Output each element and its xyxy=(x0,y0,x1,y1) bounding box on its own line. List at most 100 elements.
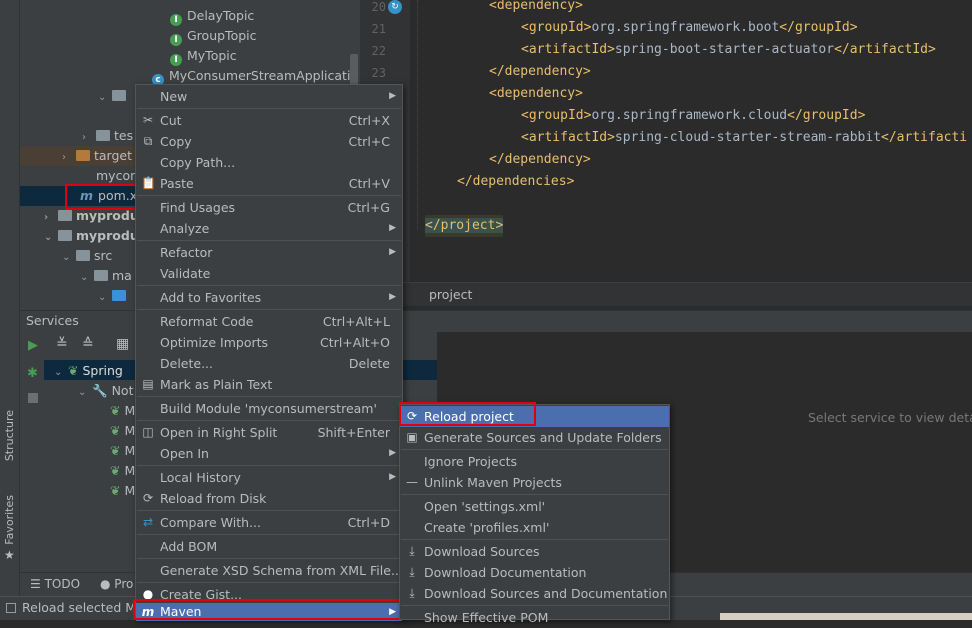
menu-separator xyxy=(137,420,401,421)
service-not-started[interactable]: ⌄ 🔧 Not xyxy=(78,381,133,401)
service-item[interactable]: ❦ M xyxy=(110,441,135,461)
menu-item-label: Unlink Maven Projects xyxy=(424,475,562,490)
menu-item-create-profiles[interactable]: Create 'profiles.xml' xyxy=(400,517,669,538)
code-line: <groupId>org.springframework.cloud</grou… xyxy=(425,105,865,127)
spring-boot-icon: ❦ xyxy=(110,483,121,498)
menu-item-add-favorites[interactable]: Add to Favorites ▶ xyxy=(136,287,402,308)
favorites-tab[interactable]: Favorites xyxy=(3,495,16,545)
menu-item-validate[interactable]: Validate xyxy=(136,263,402,284)
menu-item-label: Reload from Disk xyxy=(160,491,267,506)
menu-item-open-right-split[interactable]: ◫ Open in Right Split Shift+Enter xyxy=(136,422,402,443)
structure-tab[interactable]: Structure xyxy=(3,410,16,461)
menu-item-download-sources[interactable]: ⤓ Download Sources xyxy=(400,541,669,562)
line-number: 20 xyxy=(371,0,386,14)
expand-all-icon[interactable]: ≚ xyxy=(56,336,68,352)
chevron-down-icon: ⌄ xyxy=(62,252,71,263)
menu-item-mark-plain-text[interactable]: ▤ Mark as Plain Text xyxy=(136,374,402,395)
collapse-all-icon[interactable]: ≙ xyxy=(82,336,94,352)
menu-item-label: Create 'profiles.xml' xyxy=(424,520,550,535)
code-tag: </project> xyxy=(425,218,504,233)
menu-item-compare-with[interactable]: ⇄ Compare With... Ctrl+D xyxy=(136,512,402,533)
code-line: <artifactId>spring-cloud-starter-stream-… xyxy=(425,127,972,149)
menu-separator xyxy=(137,582,401,583)
chevron-down-icon: ⌄ xyxy=(98,92,107,103)
maven-submenu: ⟳ Reload project ▣ Generate Sources and Up… xyxy=(399,404,670,625)
menu-item-label: Validate xyxy=(160,266,211,281)
tree-item-main[interactable]: ⌄ ma xyxy=(80,266,132,286)
run-icon[interactable]: ▶ xyxy=(28,338,38,353)
menu-separator xyxy=(137,396,401,397)
breadcrumb-item[interactable]: project xyxy=(429,287,472,302)
menu-item-refactor[interactable]: Refactor ▶ xyxy=(136,242,402,263)
tree-item-label: MyTopic xyxy=(187,48,237,63)
menu-item-label: Build Module 'myconsumerstream' xyxy=(160,401,377,416)
service-spring[interactable]: ⌄ ❦ Spring xyxy=(54,361,123,381)
menu-separator xyxy=(137,108,401,109)
menu-item-reformat[interactable]: Reformat Code Ctrl+Alt+L xyxy=(136,311,402,332)
code-tag: </artifactId> xyxy=(834,42,936,57)
services-title: Services xyxy=(26,313,79,328)
menu-item-label: Generate Sources and Update Folders xyxy=(424,430,662,445)
problems-tab[interactable]: ● Pro xyxy=(100,577,133,591)
menu-item-build-module[interactable]: Build Module 'myconsumerstream' xyxy=(136,398,402,419)
menu-item-generate-xsd[interactable]: Generate XSD Schema from XML File... xyxy=(136,560,403,581)
stop-icon[interactable] xyxy=(28,393,38,403)
service-item-label: M xyxy=(124,403,136,418)
menu-item-local-history[interactable]: Local History ▶ xyxy=(136,467,402,488)
chevron-right-icon: › xyxy=(44,212,49,223)
menu-item-reload-disk[interactable]: ⟳ Reload from Disk xyxy=(136,488,402,509)
tree-item-src[interactable]: ⌄ src xyxy=(62,246,112,266)
run-gutter-icon[interactable]: ↻ xyxy=(388,0,402,14)
service-item-label: M xyxy=(124,423,136,438)
menu-item-paste[interactable]: 📋 Paste Ctrl+V xyxy=(136,173,402,194)
menu-separator xyxy=(401,449,668,450)
menu-item-optimize-imports[interactable]: Optimize Imports Ctrl+Alt+O xyxy=(136,332,402,353)
code-line: <dependency> xyxy=(425,83,583,105)
menu-item-add-bom[interactable]: Add BOM xyxy=(136,536,402,557)
service-item[interactable]: ❦ M xyxy=(110,481,135,501)
menu-item-copy-path[interactable]: Copy Path... xyxy=(136,152,402,173)
menu-item-label: Mark as Plain Text xyxy=(160,377,273,392)
code-tag: <groupId> xyxy=(521,20,592,35)
debug-icon[interactable]: ✱ xyxy=(27,366,38,381)
menu-separator xyxy=(137,510,401,511)
group-icon[interactable]: ▦ xyxy=(116,336,129,352)
code-tag: </dependencies> xyxy=(457,174,575,189)
menu-item-download-docs[interactable]: ⤓ Download Documentation xyxy=(400,562,669,583)
module-icon xyxy=(58,210,72,221)
menu-item-copy[interactable]: ⧉ Copy Ctrl+C xyxy=(136,131,402,152)
menu-item-find-usages[interactable]: Find Usages Ctrl+G xyxy=(136,197,402,218)
code-line: </project> xyxy=(425,215,504,237)
service-item[interactable]: ❦ M xyxy=(110,401,135,421)
menu-item-download-both[interactable]: ⤓ Download Sources and Documentation xyxy=(400,583,669,604)
tree-item-mycon[interactable]: mycon xyxy=(82,166,138,186)
tree-item-myproducer-2[interactable]: ⌄ myprodu xyxy=(44,226,139,246)
tree-item-grouptopic[interactable]: I GroupTopic xyxy=(170,26,257,46)
tree-item-application[interactable]: c MyConsumerStreamApplicatio xyxy=(152,66,358,86)
menu-item-delete[interactable]: Delete... Delete xyxy=(136,353,402,374)
menu-item-unlink-projects[interactable]: — Unlink Maven Projects xyxy=(400,472,669,493)
status-square-icon[interactable] xyxy=(6,603,16,613)
breadcrumb[interactable]: project xyxy=(360,282,972,306)
tree-item-java[interactable]: ⌄ xyxy=(98,286,130,306)
menu-item-cut[interactable]: ✂ Cut Ctrl+X xyxy=(136,110,402,131)
todo-tab[interactable]: ☰ TODO xyxy=(30,577,80,591)
service-item[interactable]: ❦ M xyxy=(110,461,135,481)
menu-item-open-settings[interactable]: Open 'settings.xml' xyxy=(400,496,669,517)
menu-item-new[interactable]: New ▶ xyxy=(136,86,402,107)
copy-icon: ⧉ xyxy=(143,134,153,148)
tree-item-delaytopic[interactable]: I DelayTopic xyxy=(170,6,254,26)
menu-item-analyze[interactable]: Analyze ▶ xyxy=(136,218,402,239)
menu-item-generate-sources[interactable]: ▣ Generate Sources and Update Folders xyxy=(400,427,669,448)
menu-item-open-in[interactable]: Open In ▶ xyxy=(136,443,402,464)
menu-shortcut: Ctrl+X xyxy=(348,113,390,128)
service-item[interactable]: ❦ M xyxy=(110,421,135,441)
service-item-label: M xyxy=(124,443,136,458)
tree-item-mytopic[interactable]: I MyTopic xyxy=(170,46,237,66)
menu-item-effective-pom[interactable]: Show Effective POM xyxy=(400,607,669,628)
menu-item-label: Delete... xyxy=(160,356,213,371)
menu-item-ignore-projects[interactable]: Ignore Projects xyxy=(400,451,669,472)
menu-shortcut: Shift+Enter xyxy=(317,425,390,440)
tree-item-test[interactable]: › tes xyxy=(82,126,133,146)
tree-item-resources[interactable]: ⌄ xyxy=(98,86,130,106)
